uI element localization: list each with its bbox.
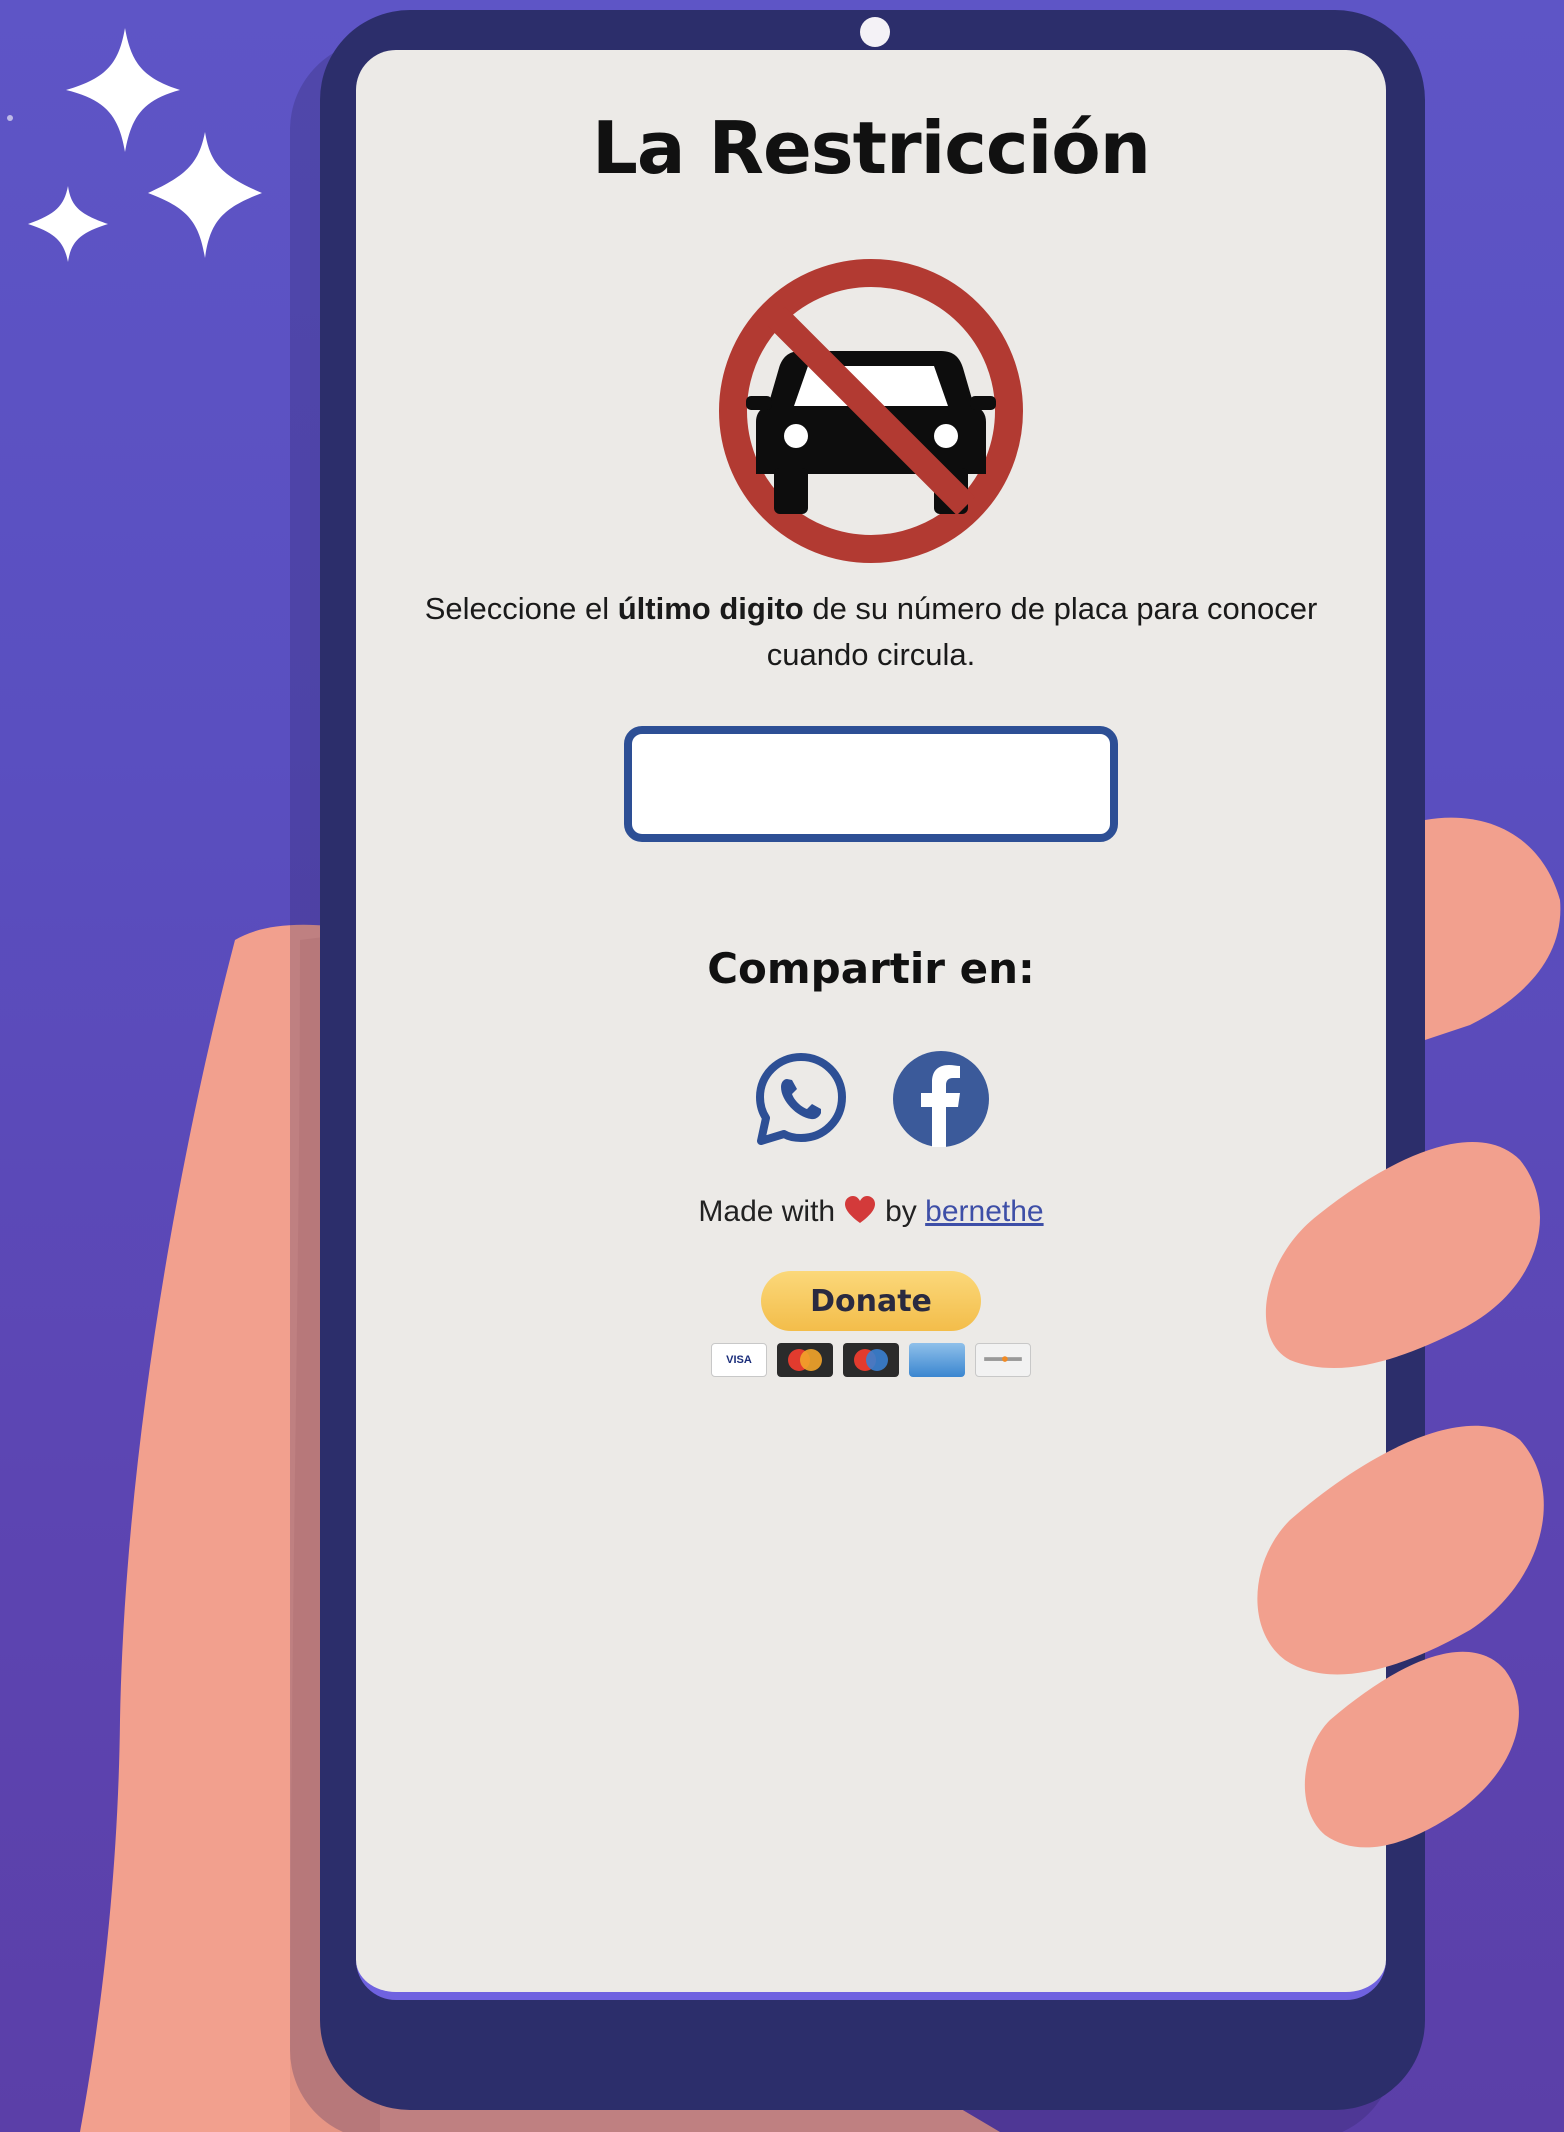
page-title: La Restricción [591, 106, 1151, 190]
facebook-icon [893, 1051, 989, 1147]
author-link[interactable]: bernethe [925, 1195, 1043, 1228]
phone-screen: La Restricción Seleccione el último digi… [356, 50, 1386, 2000]
donate-button[interactable]: Donate [761, 1271, 981, 1331]
visa-card-icon: VISA [711, 1343, 767, 1377]
amex-icon [909, 1343, 965, 1377]
maestro-icon [843, 1343, 899, 1377]
instructions-text: Seleccione el último digito de su número… [424, 591, 1318, 672]
plate-digit-input[interactable] [624, 726, 1118, 842]
facebook-share-button[interactable] [891, 1049, 991, 1149]
share-buttons [356, 1049, 1386, 1149]
heart-icon [845, 1196, 876, 1223]
no-car-icon [719, 259, 1023, 563]
mastercard-icon [777, 1343, 833, 1377]
whatsapp-icon [756, 1053, 846, 1145]
instructions-bold: último digito [617, 591, 804, 626]
payment-cards: VISA [356, 1343, 1386, 1377]
whatsapp-share-button[interactable] [751, 1049, 851, 1149]
discover-icon [975, 1343, 1031, 1377]
camera-icon [860, 17, 890, 47]
made-with-credit: Made with by bernethe [698, 1195, 1044, 1228]
share-title: Compartir en: [707, 944, 1035, 993]
